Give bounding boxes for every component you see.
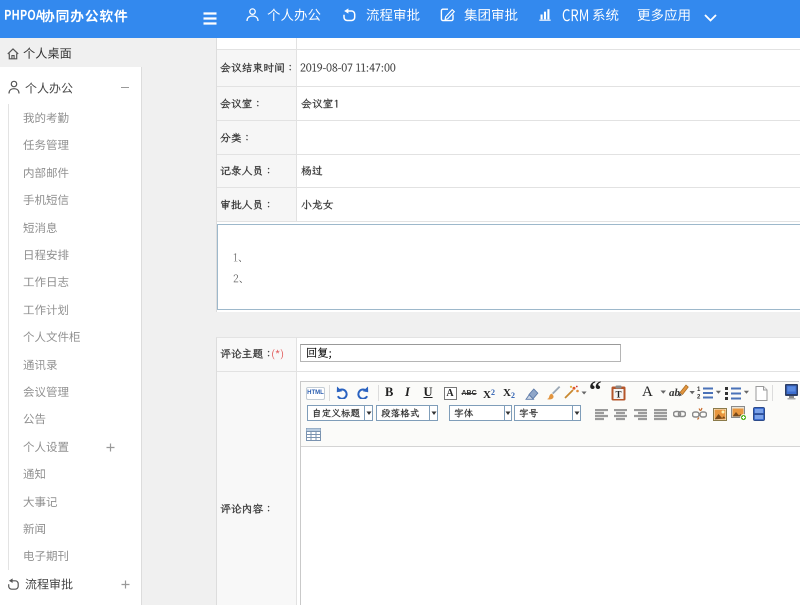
svg-text:1: 1 xyxy=(697,387,701,393)
svg-text:2: 2 xyxy=(697,395,701,401)
svg-text:T: T xyxy=(615,390,621,400)
svg-text:ab: ab xyxy=(669,387,681,399)
